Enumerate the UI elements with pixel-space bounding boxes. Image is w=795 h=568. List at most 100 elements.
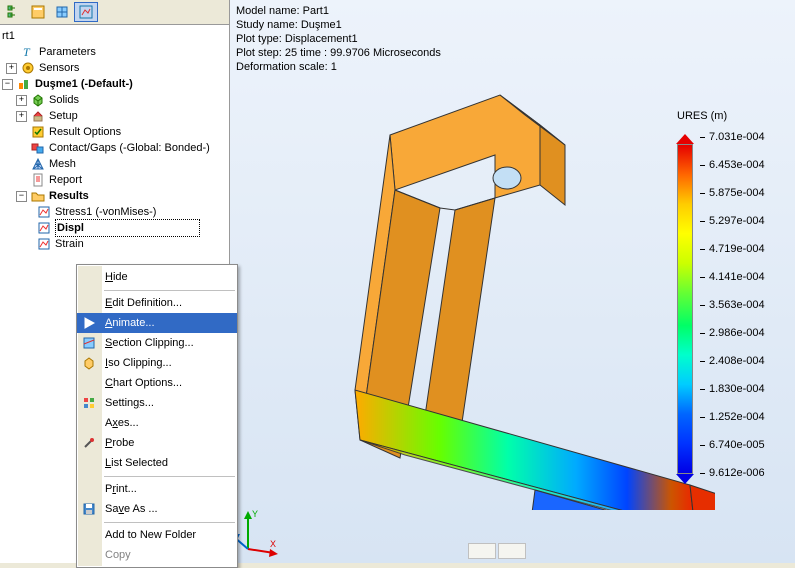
- svg-text:T: T: [23, 45, 31, 59]
- plot-icon: [36, 236, 52, 252]
- item-label: Displacement1 (-Res disp-): [55, 219, 200, 237]
- legend-tick: 2.986e-004: [700, 326, 765, 340]
- menu-probe[interactable]: Probe: [77, 433, 237, 453]
- item-label: Setup: [49, 108, 78, 124]
- legend-tick: 4.719e-004: [700, 242, 765, 256]
- parameters-icon: T: [20, 44, 36, 60]
- menu-chart-options[interactable]: Chart Options...: [77, 373, 237, 393]
- legend-tick: 2.408e-004: [700, 354, 765, 368]
- model-render: [285, 70, 715, 510]
- tree-study[interactable]: − Duşme1 (-Default-): [2, 76, 227, 92]
- tab-config-manager[interactable]: [50, 2, 74, 22]
- item-label: Report: [49, 172, 82, 188]
- menu-edit-definition[interactable]: Edit Definition...: [77, 293, 237, 313]
- legend-tick: 6.453e-004: [700, 158, 765, 172]
- expander-icon[interactable]: +: [16, 95, 27, 106]
- expander-icon[interactable]: +: [6, 63, 17, 74]
- item-label: Parameters: [39, 44, 96, 60]
- item-label: Mesh: [49, 156, 76, 172]
- tree-contact[interactable]: Contact/Gaps (-Global: Bonded-): [2, 140, 227, 156]
- view-button[interactable]: [468, 543, 496, 559]
- item-label: Result Options: [49, 124, 121, 140]
- legend-tick: 1.830e-004: [700, 382, 765, 396]
- expander-icon[interactable]: −: [16, 191, 27, 202]
- plot-icon: [36, 204, 52, 220]
- menu-label: Animate...: [105, 317, 155, 329]
- view-button[interactable]: [498, 543, 526, 559]
- svg-text:X: X: [270, 539, 276, 549]
- save-icon: [81, 501, 97, 517]
- menu-animate[interactable]: Animate...: [77, 313, 237, 333]
- menu-label: Hide: [105, 271, 128, 283]
- tab-simulation-study[interactable]: [74, 2, 98, 22]
- play-icon: [81, 315, 97, 331]
- tree-results[interactable]: − Results: [2, 188, 227, 204]
- tab-feature-tree[interactable]: [2, 2, 26, 22]
- menu-axes[interactable]: Axes...: [77, 413, 237, 433]
- menu-label: List Selected: [105, 457, 168, 469]
- tab-property-manager[interactable]: [26, 2, 50, 22]
- root-label: rt1: [2, 28, 15, 44]
- tree-result-options[interactable]: Result Options: [2, 124, 227, 140]
- menu-label: Chart Options...: [105, 377, 182, 389]
- settings-icon: [81, 395, 97, 411]
- tree-strain[interactable]: Strain1: [2, 236, 227, 252]
- tree-displacement[interactable]: Displacement1 (-Res disp-): [2, 220, 227, 236]
- expander-icon[interactable]: −: [2, 79, 13, 90]
- panel-tabs: [0, 0, 229, 25]
- tree-parameters[interactable]: T Parameters: [2, 44, 227, 60]
- menu-label: Save As ...: [105, 503, 158, 515]
- legend-tick: 1.252e-004: [700, 410, 765, 424]
- item-label: Results: [49, 188, 89, 204]
- tree-doc-root[interactable]: rt1: [2, 28, 227, 44]
- plot-info: Model name: Part1 Study name: Duşme1 Plo…: [236, 4, 441, 74]
- view-toolbar: [468, 543, 526, 559]
- menu-copy[interactable]: Copy: [77, 545, 237, 565]
- legend-tick: 6.740e-005: [700, 438, 765, 452]
- item-label: Sensors: [39, 60, 79, 76]
- legend-tick: 7.031e-004: [700, 130, 765, 144]
- context-menu: Hide Edit Definition... Animate... Secti…: [76, 264, 238, 568]
- item-label: Stress1 (-vonMises-): [55, 204, 156, 220]
- menu-label: Settings...: [105, 397, 154, 409]
- menu-label: Copy: [105, 549, 131, 561]
- legend-tick: 4.141e-004: [700, 270, 765, 284]
- expander-icon[interactable]: +: [16, 111, 27, 122]
- probe-icon: [81, 435, 97, 451]
- item-label: Contact/Gaps (-Global: Bonded-): [49, 140, 210, 156]
- plot-icon: [36, 220, 52, 236]
- tree-report[interactable]: Report: [2, 172, 227, 188]
- section-icon: [81, 335, 97, 351]
- solids-icon: [30, 92, 46, 108]
- tree-stress[interactable]: Stress1 (-vonMises-): [2, 204, 227, 220]
- menu-hide[interactable]: Hide: [77, 267, 237, 287]
- sensors-icon: [20, 60, 36, 76]
- menu-list-selected[interactable]: List Selected: [77, 453, 237, 473]
- menu-iso-clipping[interactable]: Iso Clipping...: [77, 353, 237, 373]
- menu-settings[interactable]: Settings...: [77, 393, 237, 413]
- report-icon: [30, 172, 46, 188]
- menu-section-clipping[interactable]: Section Clipping...: [77, 333, 237, 353]
- tree-setup[interactable]: + Setup: [2, 108, 227, 124]
- tree-solids[interactable]: + Solids: [2, 92, 227, 108]
- legend-bar: [677, 134, 694, 484]
- color-legend: URES (m) 7.031e-004 6.453e-004 5.875e-00…: [677, 110, 787, 484]
- item-label: Solids: [49, 92, 79, 108]
- legend-tick: 5.875e-004: [700, 186, 765, 200]
- menu-label: Print...: [105, 483, 137, 495]
- legend-ticks: 7.031e-004 6.453e-004 5.875e-004 5.297e-…: [700, 130, 765, 480]
- menu-save-as[interactable]: Save As ...: [77, 499, 237, 519]
- tree-sensors[interactable]: + Sensors: [2, 60, 227, 76]
- menu-add-folder[interactable]: Add to New Folder: [77, 525, 237, 545]
- menu-print[interactable]: Print...: [77, 479, 237, 499]
- menu-label: Probe: [105, 437, 134, 449]
- item-label: Duşme1 (-Default-): [35, 76, 133, 92]
- contact-icon: [30, 140, 46, 156]
- svg-text:Y: Y: [252, 509, 258, 519]
- legend-title: URES (m): [677, 110, 787, 122]
- tree-mesh[interactable]: Mesh: [2, 156, 227, 172]
- legend-tick: 5.297e-004: [700, 214, 765, 228]
- menu-label: Iso Clipping...: [105, 357, 172, 369]
- graphics-viewport[interactable]: Model name: Part1 Study name: Duşme1 Plo…: [230, 0, 795, 563]
- mesh-icon: [30, 156, 46, 172]
